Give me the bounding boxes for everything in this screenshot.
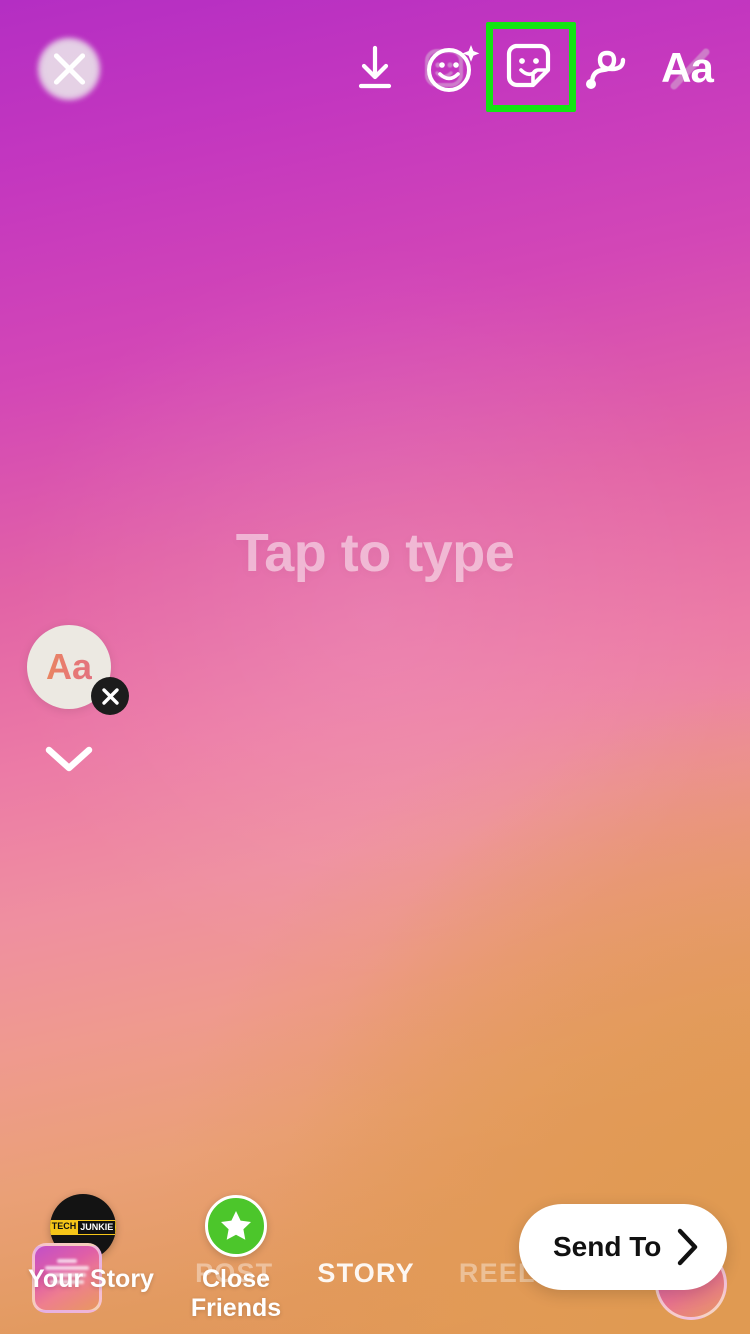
font-chip-remove-button[interactable] xyxy=(91,677,129,715)
send-to-label: Send To xyxy=(553,1231,662,1262)
sticker-button[interactable] xyxy=(486,22,576,112)
tab-story[interactable]: STORY xyxy=(317,1258,415,1289)
avatar-text-2: JUNKIE xyxy=(78,1219,116,1235)
text-button[interactable]: Aa xyxy=(648,28,726,108)
close-button[interactable] xyxy=(27,27,111,111)
top-tool-row: Aa xyxy=(336,22,726,112)
tap-to-type-placeholder[interactable]: Tap to type xyxy=(0,522,750,584)
avatar-text-1: TECH xyxy=(50,1219,79,1235)
text-aa-icon: Aa xyxy=(661,44,714,91)
avatar: TECH JUNKIE xyxy=(50,1219,116,1235)
top-toolbar: Aa xyxy=(0,0,750,138)
draw-icon xyxy=(586,50,626,89)
download-icon xyxy=(358,45,392,89)
sticker-icon xyxy=(506,43,551,88)
bottom-tool-row: Aa GIF xyxy=(0,1058,750,1228)
chevron-down-icon[interactable] xyxy=(42,742,96,776)
save-story-button[interactable] xyxy=(336,28,414,108)
close-friends-button[interactable] xyxy=(205,1195,267,1257)
send-to-button[interactable]: Send To xyxy=(519,1204,728,1290)
font-chip-label: Aa xyxy=(45,646,93,687)
effects-button[interactable] xyxy=(414,28,492,108)
font-chip[interactable]: Aa xyxy=(27,625,129,715)
draw-button[interactable] xyxy=(570,28,648,108)
close-icon xyxy=(101,687,119,705)
effects-icon xyxy=(427,45,480,92)
tab-post[interactable]: POST xyxy=(195,1258,273,1289)
chevron-right-icon xyxy=(678,1228,698,1266)
close-icon xyxy=(46,46,92,92)
star-icon xyxy=(221,1211,251,1240)
